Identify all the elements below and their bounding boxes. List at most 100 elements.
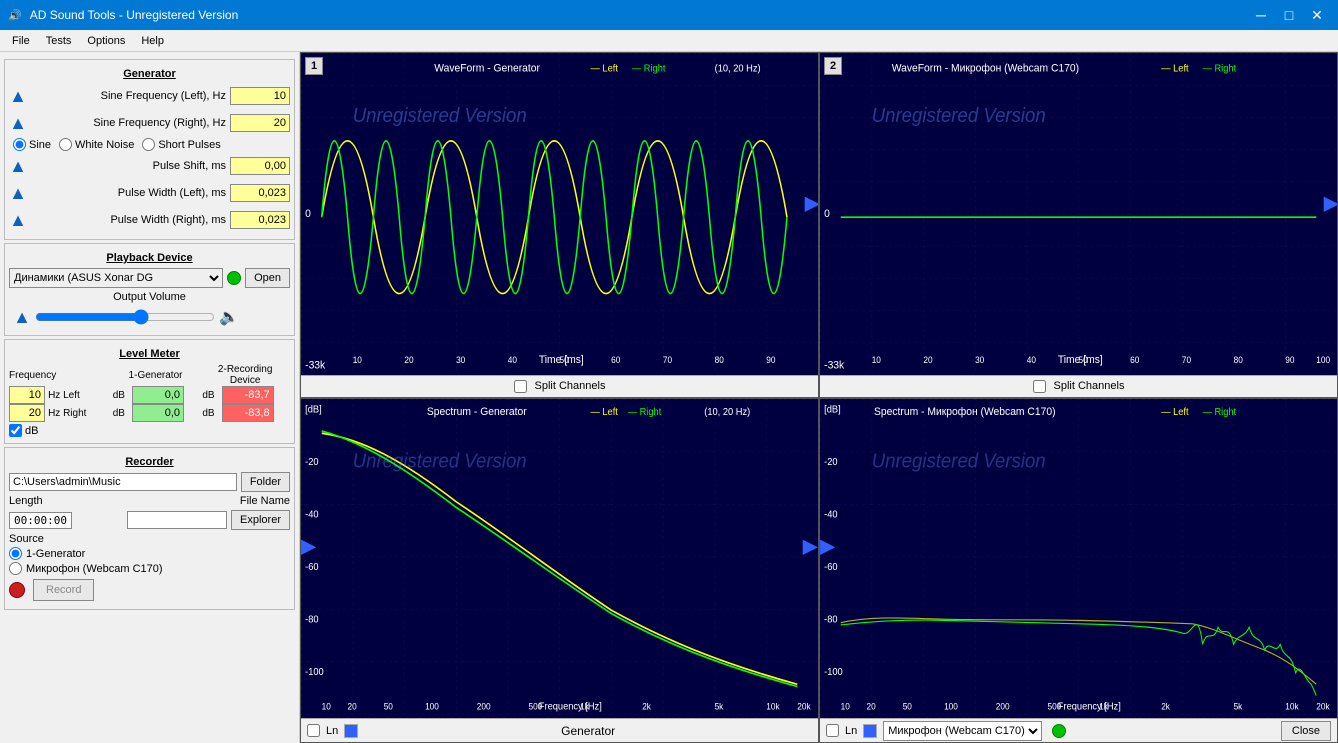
lm-left-db2-input[interactable] bbox=[222, 386, 274, 404]
wave-whitenoise-label[interactable]: White Noise bbox=[59, 138, 134, 151]
wave-type-group: Sine White Noise Short Pulses bbox=[9, 138, 290, 151]
svg-text:70: 70 bbox=[663, 355, 672, 366]
pulse-width-right-input[interactable] bbox=[230, 211, 290, 229]
svg-text:10k: 10k bbox=[766, 700, 780, 710]
open-button[interactable]: Open bbox=[245, 268, 290, 288]
pulse-width-left-input[interactable] bbox=[230, 184, 290, 202]
svg-text:-80: -80 bbox=[824, 614, 838, 626]
svg-text:10: 10 bbox=[353, 355, 362, 366]
menu-tests[interactable]: Tests bbox=[38, 33, 80, 49]
svg-text:30: 30 bbox=[456, 355, 465, 366]
lm-db-label-left: dB bbox=[111, 386, 132, 404]
sine-freq-left-input[interactable] bbox=[230, 87, 290, 105]
level-meter-title: Level Meter bbox=[9, 348, 290, 360]
wave-whitenoise-radio[interactable] bbox=[59, 138, 72, 151]
freq-left-arrow: ▲ bbox=[9, 84, 27, 108]
svg-text:20k: 20k bbox=[1316, 700, 1330, 710]
app-title: AD Sound Tools - Unregistered Version bbox=[30, 8, 239, 22]
wave-sine-label[interactable]: Sine bbox=[13, 138, 51, 151]
spectrum2-device-select[interactable]: Микрофон (Webcam C170) bbox=[883, 721, 1042, 741]
svg-text:20: 20 bbox=[923, 355, 932, 366]
generator-section: Generator ▲ Sine Frequency (Left), Hz ▲ … bbox=[4, 59, 295, 240]
playback-device-select[interactable]: Динамики (ASUS Xonar DG bbox=[9, 268, 223, 288]
length-label: Length bbox=[9, 495, 43, 507]
split-channels2-checkbox[interactable] bbox=[1033, 380, 1046, 393]
svg-text:20k: 20k bbox=[797, 700, 811, 710]
pulse-width-left-arrow: ▲ bbox=[9, 181, 27, 205]
svg-text:50: 50 bbox=[903, 700, 912, 710]
menu-options[interactable]: Options bbox=[79, 33, 133, 49]
svg-text:Unregistered Version: Unregistered Version bbox=[872, 449, 1046, 472]
db-checkbox[interactable] bbox=[9, 424, 22, 437]
spectrum1-bottom: Ln Generator bbox=[301, 718, 818, 742]
source-mic-radio[interactable] bbox=[9, 562, 22, 575]
playback-section: Playback Device Динамики (ASUS Xonar DG … bbox=[4, 243, 295, 336]
lm-right-db1-input[interactable] bbox=[132, 404, 184, 422]
svg-text:[dB]: [dB] bbox=[824, 404, 841, 416]
source-generator-radio[interactable] bbox=[9, 547, 22, 560]
close-button-spectrum[interactable]: Close bbox=[1281, 721, 1331, 741]
split-channels2-label: Split Channels bbox=[1054, 380, 1125, 392]
filename-input[interactable] bbox=[127, 511, 227, 529]
volume-label: Output Volume bbox=[9, 291, 290, 303]
level-meter-section: Level Meter Frequency 1-Generator 2-Reco… bbox=[4, 339, 295, 444]
svg-text:— Right: — Right bbox=[632, 63, 666, 75]
record-button[interactable]: Record bbox=[33, 579, 94, 601]
ln1-checkbox[interactable] bbox=[307, 724, 320, 737]
volume-slider-row: ▲ 🔈 bbox=[13, 305, 286, 329]
db-checkbox-row: dB bbox=[9, 424, 290, 437]
svg-text:50: 50 bbox=[560, 355, 569, 366]
waveform1-svg: 33k 0 -33k Time [ms] 10 20 30 40 50 60 7… bbox=[301, 53, 818, 375]
svg-text:5k: 5k bbox=[715, 700, 724, 710]
spectrum1-svg: [dB] -20 -40 -60 -80 -100 Frequency [Hz]… bbox=[301, 399, 818, 719]
svg-text:20: 20 bbox=[404, 355, 413, 366]
volume-slider[interactable] bbox=[35, 309, 215, 325]
svg-text:Spectrum - Generator: Spectrum - Generator bbox=[427, 405, 527, 418]
svg-text:(10, 20 Hz): (10, 20 Hz) bbox=[715, 63, 761, 75]
sine-freq-right-input[interactable] bbox=[230, 114, 290, 132]
svg-text:10: 10 bbox=[841, 700, 850, 710]
volume-arrow: ▲ bbox=[13, 305, 31, 329]
svg-text:90: 90 bbox=[766, 355, 775, 366]
svg-text:1k: 1k bbox=[580, 700, 589, 710]
menu-help[interactable]: Help bbox=[133, 33, 172, 49]
spectrum1-device-label: Generator bbox=[364, 724, 812, 738]
lm-right-hz-label: Hz Right bbox=[48, 408, 86, 419]
svg-text:20: 20 bbox=[867, 700, 876, 710]
wave-sine-radio[interactable] bbox=[13, 138, 26, 151]
chart1-number: 1 bbox=[305, 57, 323, 75]
source-label: Source bbox=[9, 533, 290, 545]
device-row: Динамики (ASUS Xonar DG Open bbox=[9, 268, 290, 288]
generator-title: Generator bbox=[9, 68, 290, 80]
split-channels1-checkbox[interactable] bbox=[514, 380, 527, 393]
svg-text:(10, 20 Hz): (10, 20 Hz) bbox=[704, 406, 750, 418]
lm-right-freq-input[interactable] bbox=[9, 404, 45, 422]
ln2-checkbox[interactable] bbox=[826, 724, 839, 737]
menu-file[interactable]: File bbox=[4, 33, 38, 49]
lm-left-freq-input[interactable] bbox=[9, 386, 45, 404]
spectrum2-color-block bbox=[863, 724, 877, 738]
minimize-button[interactable]: ─ bbox=[1248, 2, 1274, 28]
waveform2-panel: 2 33k 0 -33k Time [ms] 10 20 30 40 50 60… bbox=[819, 52, 1338, 398]
svg-text:60: 60 bbox=[611, 355, 620, 366]
source-mic-row: Микрофон (Webcam C170) bbox=[9, 562, 290, 575]
maximize-button[interactable]: □ bbox=[1276, 2, 1302, 28]
close-button[interactable]: ✕ bbox=[1304, 2, 1330, 28]
spectrum2-bottom: Ln Микрофон (Webcam C170) Close bbox=[820, 718, 1337, 742]
title-bar: 🔊 AD Sound Tools - Unregistered Version … bbox=[0, 0, 1338, 30]
wave-shortpulse-label[interactable]: Short Pulses bbox=[142, 138, 220, 151]
svg-text:Spectrum - Микрофон (Webcam C1: Spectrum - Микрофон (Webcam C170) bbox=[874, 405, 1056, 418]
svg-text:500: 500 bbox=[528, 700, 542, 710]
spectrum1-panel: [dB] -20 -40 -60 -80 -100 Frequency [Hz]… bbox=[300, 398, 819, 743]
lm-left-db1-input[interactable] bbox=[132, 386, 184, 404]
app-icon: 🔊 bbox=[8, 9, 22, 22]
lm-db-label-left2: dB bbox=[200, 386, 221, 404]
svg-text:20: 20 bbox=[348, 700, 357, 710]
explorer-button[interactable]: Explorer bbox=[231, 510, 290, 530]
folder-path-input[interactable] bbox=[9, 473, 237, 491]
svg-text:[dB]: [dB] bbox=[305, 404, 322, 416]
lm-right-db2-input[interactable] bbox=[222, 404, 274, 422]
pulse-shift-input[interactable] bbox=[230, 157, 290, 175]
wave-shortpulse-radio[interactable] bbox=[142, 138, 155, 151]
folder-button[interactable]: Folder bbox=[241, 472, 290, 492]
